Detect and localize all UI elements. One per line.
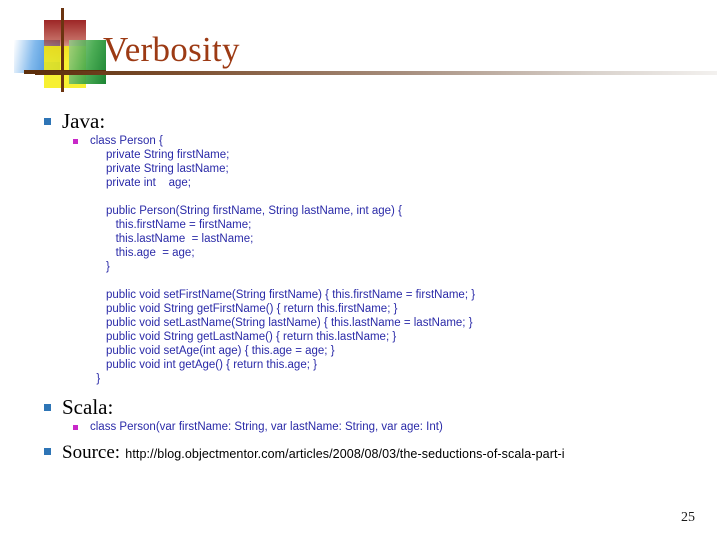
bullet-scala-label: Scala: bbox=[62, 395, 114, 419]
slide: Verbosity Java: class Person { private S… bbox=[0, 0, 720, 540]
java-code-block: class Person { private String firstName;… bbox=[90, 135, 476, 385]
bullet-scala-code: class Person(var firstName: String, var … bbox=[0, 420, 720, 434]
slide-title: Verbosity bbox=[103, 30, 240, 69]
sub-bullet-square-icon bbox=[73, 139, 78, 144]
bullet-square-icon bbox=[44, 448, 51, 455]
sub-bullet-square-icon bbox=[73, 425, 78, 430]
bullet-scala: Scala: bbox=[0, 394, 720, 420]
bullet-square-icon bbox=[44, 118, 51, 125]
bullet-java-label: Java: bbox=[62, 109, 106, 133]
source-url[interactable]: http://blog.objectmentor.com/articles/20… bbox=[125, 447, 564, 461]
bullet-java: Java: bbox=[0, 108, 720, 134]
bullet-java-code: class Person { private String firstName;… bbox=[0, 134, 720, 386]
logo-green-square bbox=[69, 40, 106, 84]
scala-code-block: class Person(var firstName: String, var … bbox=[90, 421, 443, 433]
title-underline-rule bbox=[35, 71, 717, 75]
bullet-square-icon bbox=[44, 404, 51, 411]
slide-logo-decoration bbox=[14, 8, 106, 92]
bullet-source: Source: http://blog.objectmentor.com/art… bbox=[0, 438, 720, 467]
source-label: Source: bbox=[62, 442, 121, 463]
slide-number: 25 bbox=[681, 510, 695, 525]
slide-body: Java: class Person { private String firs… bbox=[0, 108, 720, 467]
logo-vertical-bar bbox=[61, 8, 64, 92]
